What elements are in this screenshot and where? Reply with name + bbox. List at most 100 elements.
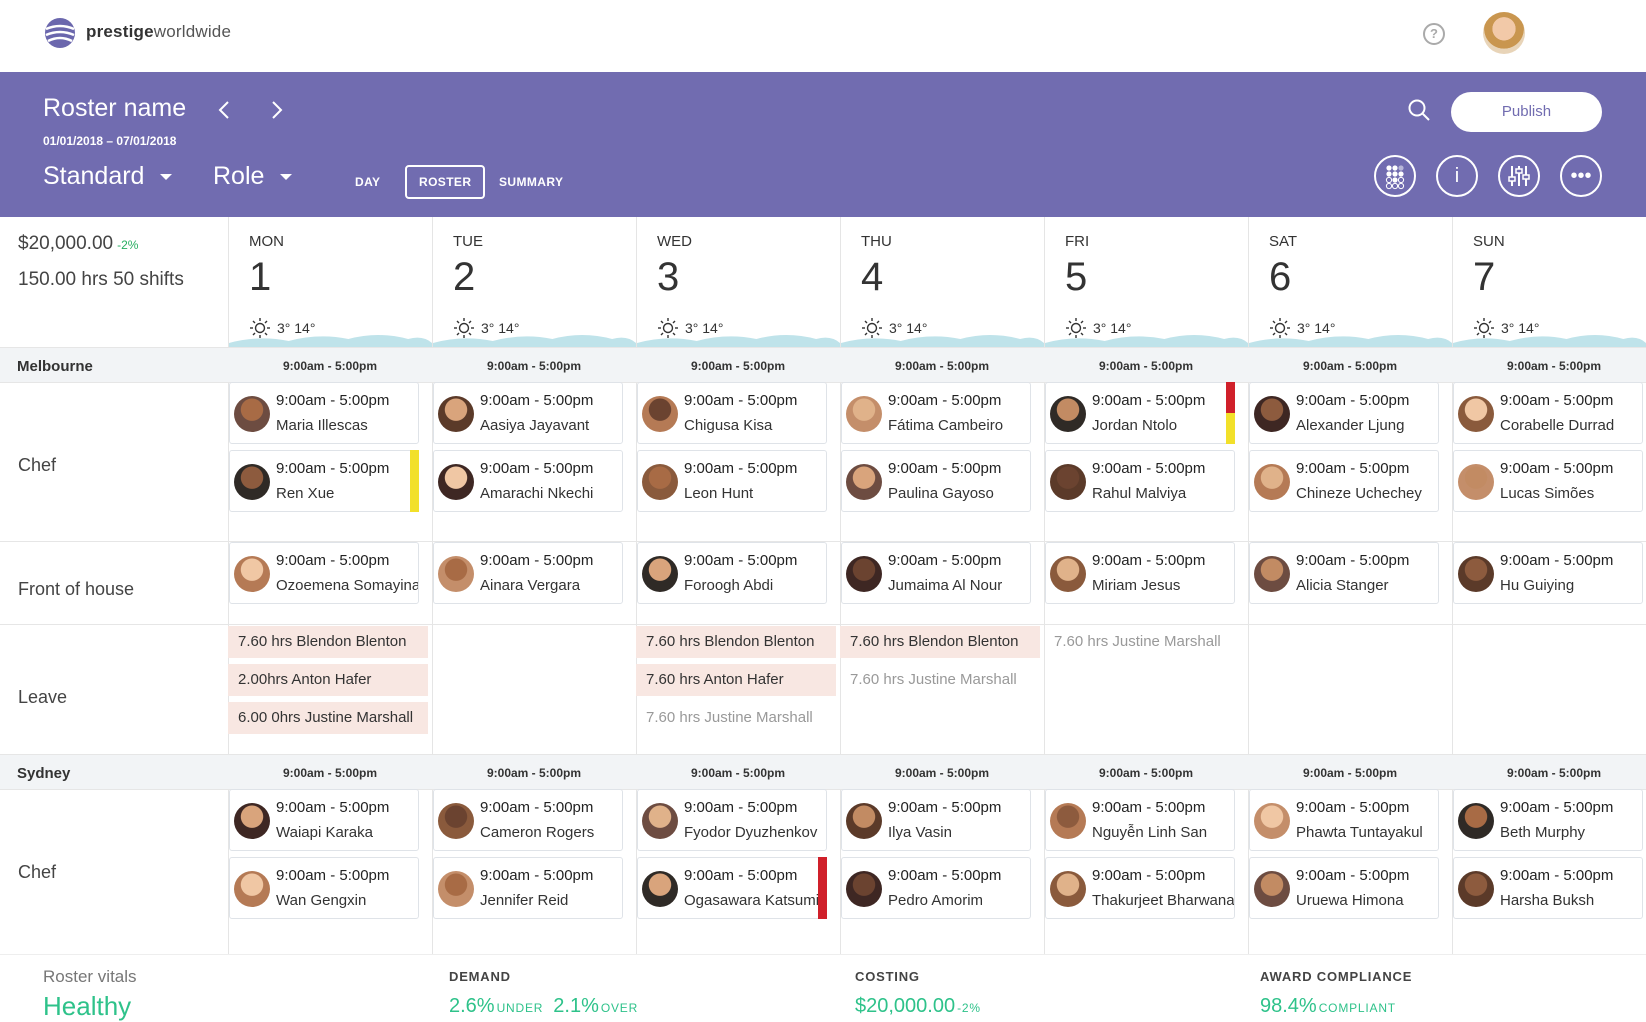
shift-time: 9:00am - 5:00pm [888, 460, 1002, 477]
help-icon[interactable]: ? [1423, 23, 1445, 45]
day-name: SUN [1473, 233, 1505, 250]
shift-card[interactable]: 9:00am - 5:00pm Ozoemena Somayina [229, 542, 419, 604]
band-shift-time: 9:00am - 5:00pm [894, 766, 990, 780]
grid-button[interactable] [1374, 155, 1416, 197]
shift-card[interactable]: 9:00am - 5:00pm Pedro Amorim [841, 857, 1031, 919]
shift-card[interactable]: 9:00am - 5:00pm Lucas Simões [1453, 450, 1643, 512]
employee-name: Rahul Malviya [1092, 485, 1187, 502]
day-name: SAT [1269, 233, 1298, 250]
costing-values: $20,000.00 -2% [855, 995, 991, 1018]
shift-card[interactable]: 9:00am - 5:00pm Ainara Vergara [433, 542, 623, 604]
leave-entry[interactable]: 7.60 hrs Blendon Blenton [228, 626, 428, 658]
shift-card[interactable]: 9:00am - 5:00pm Aasiya Jayavant [433, 382, 623, 444]
shift-time: 9:00am - 5:00pm [276, 552, 390, 569]
avatar [234, 871, 270, 907]
leave-entry[interactable]: 7.60 hrs Justine Marshall [840, 664, 1040, 696]
group-select[interactable]: Role [213, 162, 293, 191]
employee-name: Alexander Ljung [1296, 417, 1405, 434]
leave-entry[interactable]: 7.60 hrs Blendon Blenton [636, 626, 836, 658]
band-shift-time: 9:00am - 5:00pm [690, 766, 786, 780]
avatar [438, 556, 474, 592]
employee-name: Thakurjeet Bharwana [1092, 892, 1234, 909]
leave-entry[interactable]: 7.60 hrs Justine Marshall [636, 702, 836, 734]
shift-card[interactable]: 9:00am - 5:00pm Alicia Stanger [1249, 542, 1439, 604]
award-title: AWARD COMPLIANCE [1260, 969, 1413, 984]
day-header-wed: WED 3 3° 14° [636, 217, 840, 347]
more-options-button[interactable]: ••• [1560, 155, 1602, 197]
shift-card[interactable]: 9:00am - 5:00pm Paulina Gayoso [841, 450, 1031, 512]
shift-card[interactable]: 9:00am - 5:00pm Harsha Buksh [1453, 857, 1643, 919]
employee-name: Wan Gengxin [276, 892, 367, 909]
shift-card[interactable]: 9:00am - 5:00pm Miriam Jesus [1045, 542, 1235, 604]
avatar [1254, 803, 1290, 839]
employee-name: Paulina Gayoso [888, 485, 994, 502]
band-shift-time: 9:00am - 5:00pm [486, 766, 582, 780]
shift-card[interactable]: 9:00am - 5:00pm Rahul Malviya [1045, 450, 1235, 512]
shift-card[interactable]: 9:00am - 5:00pm Maria Illescas [229, 382, 419, 444]
employee-name: Cameron Rogers [480, 824, 595, 841]
shift-card[interactable]: 9:00am - 5:00pm Waiapi Karaka [229, 789, 419, 851]
view-select[interactable]: Standard [43, 162, 173, 191]
avatar [1050, 803, 1086, 839]
shift-card[interactable]: 9:00am - 5:00pm Wan Gengxin [229, 857, 419, 919]
avatar [1254, 871, 1290, 907]
employee-name: Corabelle Durrad [1500, 417, 1615, 434]
shift-time: 9:00am - 5:00pm [684, 799, 798, 816]
shift-card[interactable]: 9:00am - 5:00pm Chineze Uchechey [1249, 450, 1439, 512]
shift-time: 9:00am - 5:00pm [480, 799, 594, 816]
search-icon[interactable] [1406, 97, 1432, 123]
shift-card[interactable]: 9:00am - 5:00pm Jordan Ntolo [1045, 382, 1235, 444]
leave-entry[interactable]: 7.60 hrs Justine Marshall [1044, 626, 1244, 658]
shift-card[interactable]: 9:00am - 5:00pm Ren Xue [229, 450, 419, 512]
shift-card[interactable]: 9:00am - 5:00pm Jennifer Reid [433, 857, 623, 919]
day-number: 3 [657, 255, 680, 299]
chevron-right-icon[interactable] [264, 98, 288, 122]
employee-name: Phawta Tuntayakul [1296, 824, 1423, 841]
avatar [234, 556, 270, 592]
shift-card[interactable]: 9:00am - 5:00pm Ogasawara Katsumi [637, 857, 827, 919]
role-label: Leave [18, 687, 68, 707]
vitals-status: Healthy [43, 991, 132, 1021]
shift-card[interactable]: 9:00am - 5:00pm Alexander Ljung [1249, 382, 1439, 444]
day-number: 4 [861, 255, 884, 299]
tab-summary[interactable]: SUMMARY [485, 165, 577, 199]
shift-time: 9:00am - 5:00pm [1092, 552, 1206, 569]
temperature-wave-chart [1249, 335, 1452, 347]
shift-card[interactable]: 9:00am - 5:00pm Foroogh Abdi [637, 542, 827, 604]
publish-button[interactable]: Publish [1451, 92, 1602, 132]
shift-card[interactable]: 9:00am - 5:00pm Cameron Rogers [433, 789, 623, 851]
shift-card[interactable]: 9:00am - 5:00pm Jumaima Al Nour [841, 542, 1031, 604]
shift-time: 9:00am - 5:00pm [888, 552, 1002, 569]
shift-card[interactable]: 9:00am - 5:00pm Beth Murphy [1453, 789, 1643, 851]
employee-name: Maria Illescas [276, 417, 368, 434]
band-shift-time: 9:00am - 5:00pm [1302, 766, 1398, 780]
shift-card[interactable]: 9:00am - 5:00pm Corabelle Durrad [1453, 382, 1643, 444]
shift-card[interactable]: 9:00am - 5:00pm Hu Guiying [1453, 542, 1643, 604]
leave-entry[interactable]: 6.00 0hrs Justine Marshall [228, 702, 428, 734]
total-cost: $20,000.00 -2% [18, 233, 138, 255]
shift-card[interactable]: 9:00am - 5:00pm Fátima Cambeiro [841, 382, 1031, 444]
filter-button[interactable] [1498, 155, 1540, 197]
tab-roster[interactable]: ROSTER [405, 165, 486, 199]
shift-card[interactable]: 9:00am - 5:00pm Ilya Vasin [841, 789, 1031, 851]
employee-name: Foroogh Abdi [684, 577, 774, 594]
avatar [234, 396, 270, 432]
leave-entry[interactable]: 7.60 hrs Blendon Blenton [840, 626, 1040, 658]
shift-card[interactable]: 9:00am - 5:00pm Uruewa Himona [1249, 857, 1439, 919]
user-avatar[interactable] [1483, 12, 1525, 54]
shift-card[interactable]: 9:00am - 5:00pm Leon Hunt [637, 450, 827, 512]
shift-card[interactable]: 9:00am - 5:00pm Phawta Tuntayakul [1249, 789, 1439, 851]
leave-entry[interactable]: 2.00hrs Anton Hafer [228, 664, 428, 696]
tab-day[interactable]: DAY [341, 165, 394, 199]
chevron-left-icon[interactable] [213, 98, 237, 122]
shift-time: 9:00am - 5:00pm [684, 392, 798, 409]
info-button[interactable]: i [1436, 155, 1478, 197]
shift-card[interactable]: 9:00am - 5:00pm Thakurjeet Bharwana [1045, 857, 1235, 919]
brand-name: prestigeworldwide [86, 22, 231, 42]
role-label: Front of house [18, 579, 135, 599]
shift-card[interactable]: 9:00am - 5:00pm Nguyễn Linh San [1045, 789, 1235, 851]
shift-card[interactable]: 9:00am - 5:00pm Amarachi Nkechi [433, 450, 623, 512]
shift-card[interactable]: 9:00am - 5:00pm Chigusa Kisa [637, 382, 827, 444]
leave-entry[interactable]: 7.60 hrs Anton Hafer [636, 664, 836, 696]
shift-card[interactable]: 9:00am - 5:00pm Fyodor Dyuzhenkov [637, 789, 827, 851]
